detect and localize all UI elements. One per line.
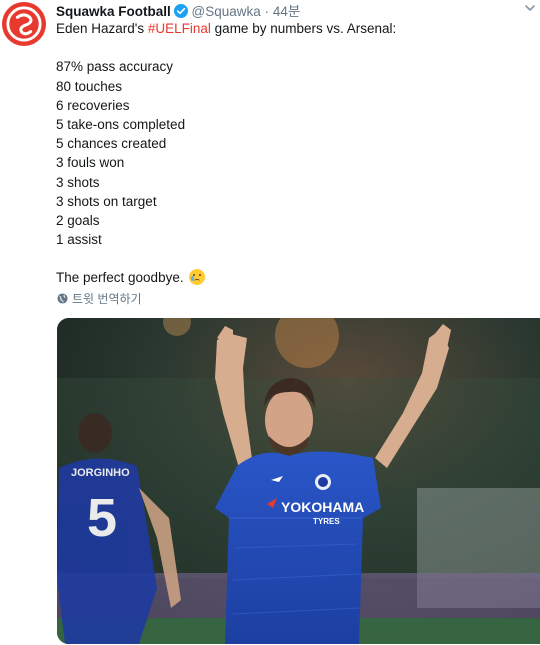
crying-face-emoji-icon — [189, 269, 206, 286]
squawka-logo-icon — [6, 6, 42, 42]
translate-tweet-link[interactable]: 트윗 번역하기 — [57, 290, 142, 307]
translate-label: 트윗 번역하기 — [72, 292, 142, 306]
stat-line: 3 shots on target — [56, 193, 157, 209]
tweet-timestamp[interactable]: 44분 — [273, 4, 300, 19]
tweet-text: Eden Hazard's #UELFinal game by numbers … — [56, 19, 526, 288]
avatar[interactable] — [2, 2, 46, 46]
photo-hazard-celebration: JORGINHO 5 YOKOHAMA TYRES — [57, 318, 540, 644]
tweet-header: Squawka Football @Squawka · 44분 — [56, 0, 300, 19]
stat-line: 87% pass accuracy — [56, 59, 174, 75]
jersey-sponsor-text: YOKOHAMA — [281, 499, 364, 515]
stat-line: 6 recoveries — [56, 97, 130, 113]
tweet-closing: The perfect goodbye. — [56, 268, 526, 287]
closing-text: The perfect goodbye. — [56, 270, 184, 286]
stat-line: 5 chances created — [56, 136, 167, 152]
tweet-intro: Eden Hazard's #UELFinal game by numbers … — [56, 19, 526, 38]
intro-before: Eden Hazard's — [56, 21, 148, 36]
separator: · — [264, 4, 270, 19]
hashtag-link[interactable]: #UELFinal — [148, 21, 211, 36]
back-name-text: JORGINHO — [71, 467, 130, 479]
stat-line: 3 fouls won — [56, 155, 125, 171]
stat-line: 80 touches — [56, 78, 123, 94]
intro-after: game by numbers vs. Arsenal: — [210, 21, 397, 36]
stat-line: 5 take-ons completed — [56, 116, 186, 132]
tweet-photo[interactable]: JORGINHO 5 YOKOHAMA TYRES — [57, 318, 540, 644]
account-handle[interactable]: @Squawka — [192, 4, 261, 19]
globe-icon — [57, 293, 68, 304]
stat-line: 3 shots — [56, 174, 100, 190]
chevron-down-icon[interactable] — [524, 1, 536, 19]
back-number-text: 5 — [87, 488, 117, 548]
stat-line: 2 goals — [56, 212, 100, 228]
account-name[interactable]: Squawka Football — [56, 4, 171, 19]
jersey-sponsor-sub-text: TYRES — [313, 517, 340, 526]
stat-line: 1 assist — [56, 232, 102, 248]
